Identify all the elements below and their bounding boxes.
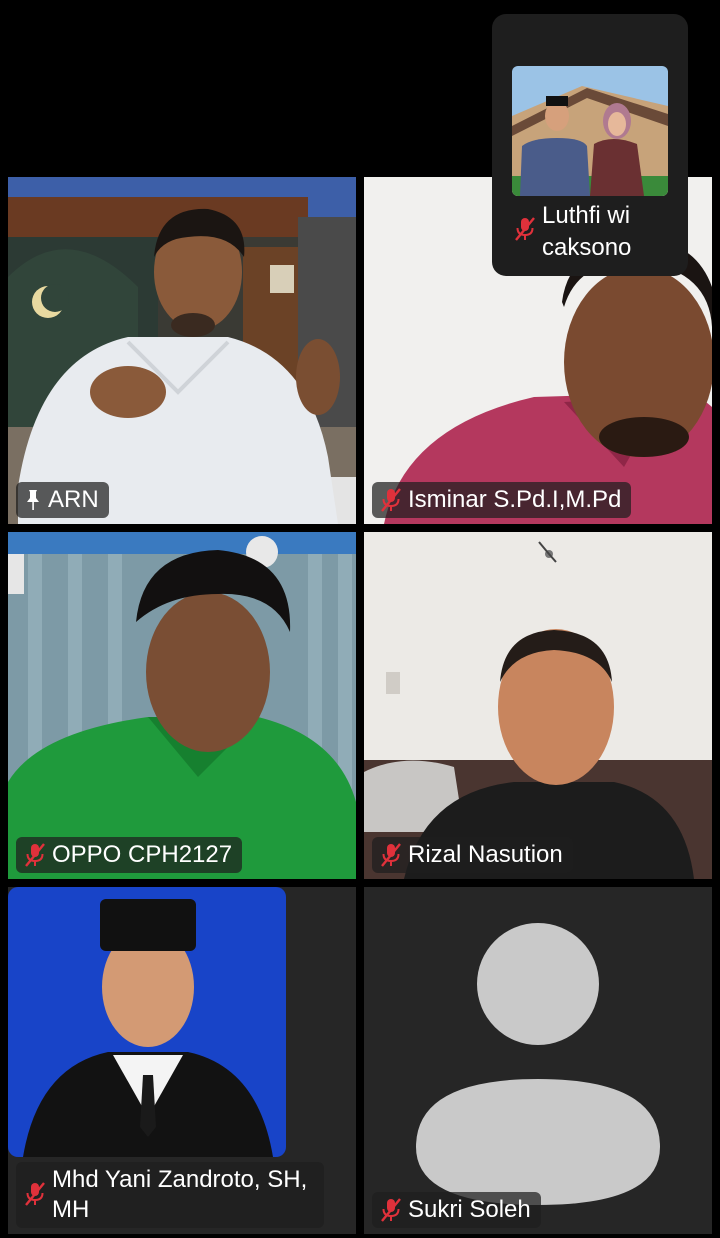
mic-muted-icon — [514, 216, 536, 264]
pip-participant-name: Luthfi wi caksono — [542, 202, 632, 261]
pin-icon — [24, 489, 42, 511]
video-tile-oppo[interactable]: OPPO CPH2127 — [8, 532, 356, 879]
participant-name: OPPO CPH2127 — [52, 841, 233, 868]
participant-label: Mhd Yani Zandroto, SH, MH — [16, 1162, 324, 1228]
participant-label: ARN — [16, 482, 109, 518]
participant-name: ARN — [48, 486, 99, 513]
pip-participant-label: Luthfi wi caksono — [514, 200, 652, 264]
participant-label: Rizal Nasution — [372, 837, 573, 873]
participant-label: Isminar S.Pd.I,M.Pd — [372, 482, 632, 518]
pip-window[interactable]: Luthfi wi caksono — [492, 14, 688, 276]
participant-name: Isminar S.Pd.I,M.Pd — [408, 486, 622, 513]
default-avatar-icon — [416, 923, 660, 1205]
video-feed-arn — [8, 177, 356, 524]
mic-muted-icon — [24, 1181, 46, 1207]
video-tile-arn[interactable]: ARN — [8, 177, 356, 524]
video-feed-oppo — [8, 532, 356, 879]
video-tile-sukri[interactable]: Sukri Soleh — [364, 887, 712, 1234]
participant-label: OPPO CPH2127 — [16, 837, 243, 873]
video-tile-mhd[interactable]: Mhd Yani Zandroto, SH, MH — [8, 887, 356, 1234]
pip-video-luthfi — [512, 66, 668, 196]
participant-name: Rizal Nasution — [408, 841, 563, 868]
mic-muted-icon — [380, 1197, 402, 1223]
participant-name: Sukri Soleh — [408, 1196, 531, 1223]
mic-muted-icon — [24, 842, 46, 868]
video-feed-rizal — [364, 532, 712, 879]
mic-muted-icon — [380, 487, 402, 513]
video-tile-rizal[interactable]: Rizal Nasution — [364, 532, 712, 879]
participant-name: Mhd Yani Zandroto, SH, MH — [52, 1166, 308, 1223]
profile-photo-mhd — [8, 887, 286, 1157]
participant-label: Sukri Soleh — [372, 1192, 541, 1228]
mic-muted-icon — [380, 842, 402, 868]
